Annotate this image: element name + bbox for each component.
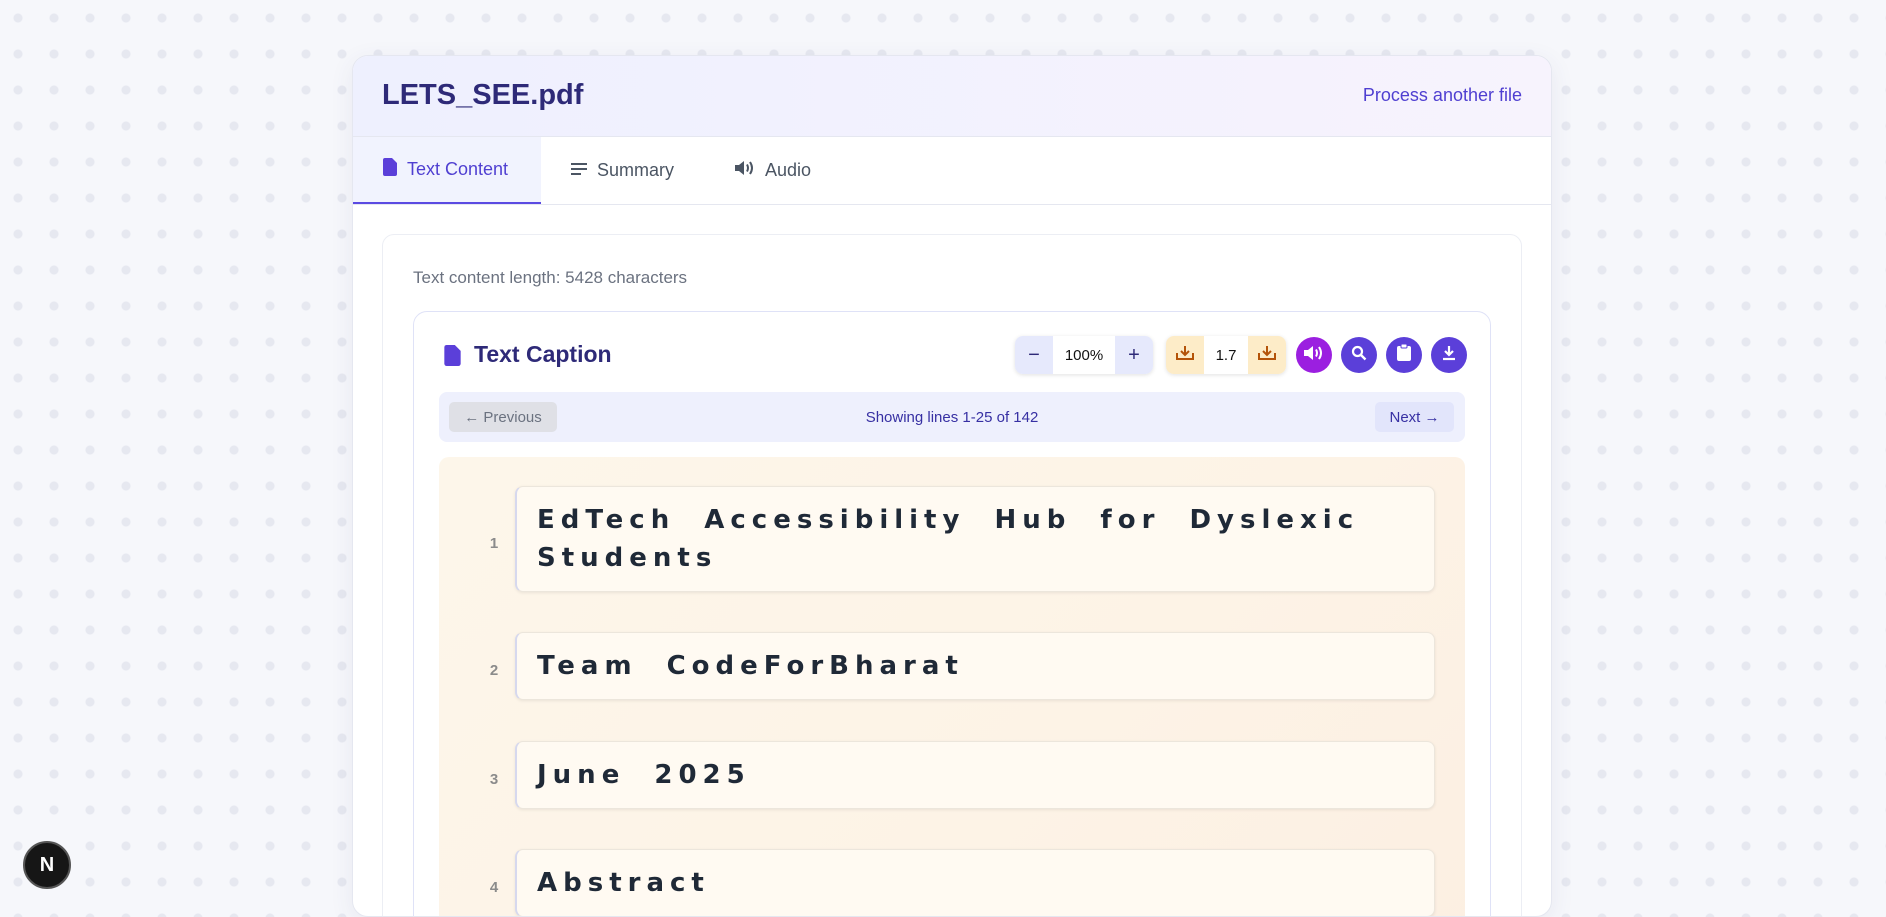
- search-button[interactable]: [1341, 337, 1377, 373]
- lines-icon: [571, 160, 587, 181]
- zoom-control: − 100% +: [1015, 336, 1153, 374]
- tab-bar: Text Content Summary Audio: [353, 137, 1551, 205]
- line-text: EdTech Accessibility Hub for Dyslexic St…: [515, 486, 1435, 592]
- line-number: 2: [489, 662, 499, 679]
- line-text: June 2025: [515, 741, 1435, 809]
- pagination-status: Showing lines 1-25 of 142: [865, 409, 1039, 426]
- speed-control: 1.7: [1166, 336, 1286, 374]
- process-another-file-link[interactable]: Process another file: [1363, 85, 1522, 106]
- content-length-text: Text content length: 5428 characters: [413, 268, 688, 287]
- text-lines-area: 1 EdTech Accessibility Hub for Dyslexic …: [439, 457, 1465, 916]
- read-aloud-button[interactable]: [1296, 337, 1332, 373]
- line-number: 3: [489, 771, 499, 788]
- tab-label: Text Content: [407, 159, 509, 179]
- speaker-icon: [735, 160, 755, 181]
- tab-label: Summary: [597, 160, 675, 180]
- text-caption-viewer: Text Caption − 100% + 1.7 ← Previous Sho…: [413, 311, 1491, 916]
- tab-label: Audio: [765, 160, 812, 180]
- file-header: LETS_SEE.pdf Process another file: [353, 56, 1551, 137]
- line-text: Abstract: [515, 849, 1435, 916]
- speed-up-button[interactable]: [1248, 336, 1286, 374]
- line-text: Team CodeForBharat: [515, 632, 1435, 700]
- zoom-in-button[interactable]: +: [1115, 336, 1153, 374]
- search-icon: [1351, 345, 1367, 366]
- line-number: 4: [489, 879, 499, 896]
- text-content-panel: Text content length: 5428 characters Tex…: [382, 234, 1522, 916]
- tab-audio[interactable]: Audio: [735, 137, 811, 204]
- download-button[interactable]: [1431, 337, 1467, 373]
- line-number: 1: [489, 535, 499, 552]
- clipboard-icon: [1397, 343, 1411, 366]
- download-icon: [1441, 345, 1457, 366]
- document-icon: [444, 345, 461, 371]
- copy-button[interactable]: [1386, 337, 1422, 373]
- nextjs-badge[interactable]: N: [23, 841, 71, 889]
- zoom-out-button[interactable]: −: [1015, 336, 1053, 374]
- tab-summary[interactable]: Summary: [571, 137, 674, 204]
- next-button[interactable]: Next →: [1375, 402, 1454, 432]
- file-title: LETS_SEE.pdf: [382, 79, 584, 111]
- viewer-title: Text Caption: [474, 341, 612, 367]
- tray-download-icon: [1258, 345, 1276, 366]
- main-card: LETS_SEE.pdf Process another file Text C…: [352, 55, 1552, 917]
- tray-download-icon: [1176, 345, 1194, 366]
- tab-text-content[interactable]: Text Content: [353, 137, 541, 204]
- pagination-bar: ← Previous Showing lines 1-25 of 142 Nex…: [439, 392, 1465, 442]
- zoom-value: 100%: [1064, 346, 1104, 364]
- document-icon: [383, 158, 397, 181]
- speed-down-button[interactable]: [1166, 336, 1204, 374]
- speed-value: 1.7: [1215, 346, 1237, 364]
- speaker-icon: [1304, 345, 1324, 366]
